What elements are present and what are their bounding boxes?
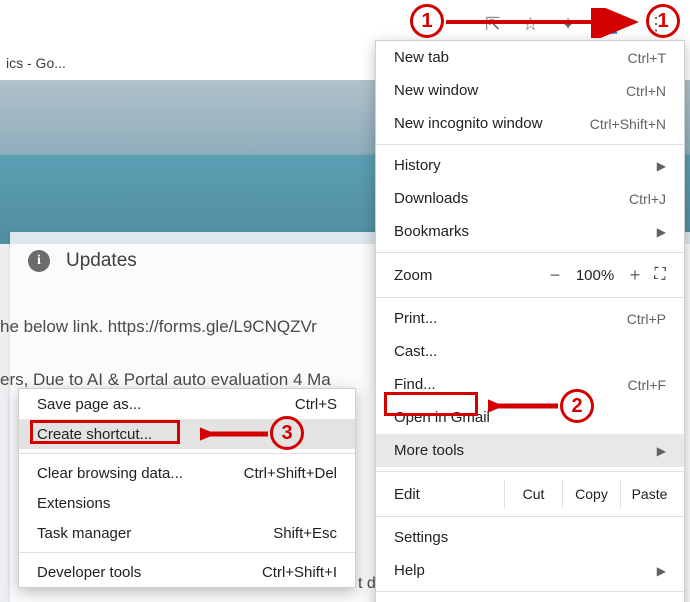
chrome-main-menu: New tabCtrl+T New windowCtrl+N New incog…: [375, 40, 685, 602]
menu-item-cast[interactable]: Cast...: [376, 335, 684, 368]
submenu-item-task-manager[interactable]: Task managerShift+Esc: [19, 518, 355, 548]
info-icon: i: [28, 250, 50, 272]
menu-item-more-tools[interactable]: More tools▶: [376, 434, 684, 467]
menu-item-new-tab[interactable]: New tabCtrl+T: [376, 41, 684, 74]
more-tools-submenu: Save page as...Ctrl+S Create shortcut...…: [18, 388, 356, 588]
annotation-arrow-2: [488, 392, 568, 420]
menu-item-downloads[interactable]: DownloadsCtrl+J: [376, 182, 684, 215]
submenu-item-save-page[interactable]: Save page as...Ctrl+S: [19, 389, 355, 419]
menu-item-print[interactable]: Print...Ctrl+P: [376, 302, 684, 335]
zoom-out-button[interactable]: −: [540, 265, 570, 286]
edit-paste-button[interactable]: Paste: [620, 480, 678, 508]
zoom-value: 100%: [570, 267, 620, 284]
menu-item-bookmarks[interactable]: Bookmarks▶: [376, 215, 684, 248]
background-text-line-1: he below link. https://forms.gle/L9CNQZV…: [0, 317, 317, 337]
edit-cut-button[interactable]: Cut: [504, 480, 562, 508]
menu-item-history[interactable]: History▶: [376, 149, 684, 182]
annotation-circle-1: 1: [646, 4, 680, 38]
menu-item-zoom: Zoom − 100% + ⛶: [376, 257, 684, 293]
menu-item-new-window[interactable]: New windowCtrl+N: [376, 74, 684, 107]
menu-item-edit-row: Edit Cut Copy Paste: [376, 476, 684, 512]
menu-item-settings[interactable]: Settings: [376, 521, 684, 554]
menu-item-help[interactable]: Help▶: [376, 554, 684, 587]
background-text-line-2: ers, Due to AI & Portal auto evaluation …: [0, 370, 331, 390]
fullscreen-icon[interactable]: ⛶: [650, 266, 670, 284]
updates-row: i Updates: [28, 250, 137, 272]
submenu-item-clear-browsing-data[interactable]: Clear browsing data...Ctrl+Shift+Del: [19, 458, 355, 488]
annotation-arrow-1: [446, 8, 646, 38]
submenu-item-developer-tools[interactable]: Developer toolsCtrl+Shift+I: [19, 557, 355, 587]
edit-copy-button[interactable]: Copy: [562, 480, 620, 508]
menu-item-exit[interactable]: Exit: [376, 596, 684, 602]
chevron-right-icon: ▶: [657, 225, 666, 239]
annotation-label-1: 1: [410, 4, 444, 38]
menu-item-new-incognito[interactable]: New incognito windowCtrl+Shift+N: [376, 107, 684, 140]
submenu-item-extensions[interactable]: Extensions: [19, 488, 355, 518]
chevron-right-icon: ▶: [657, 159, 666, 173]
annotation-box-create-shortcut: [30, 420, 180, 444]
chevron-right-icon: ▶: [657, 444, 666, 458]
updates-heading: Updates: [66, 250, 137, 272]
annotation-arrow-3: [200, 420, 278, 448]
tab-title-fragment: ics - Go...: [6, 55, 66, 71]
chevron-right-icon: ▶: [657, 564, 666, 578]
annotation-box-more-tools: [384, 392, 478, 416]
zoom-in-button[interactable]: +: [620, 265, 650, 286]
